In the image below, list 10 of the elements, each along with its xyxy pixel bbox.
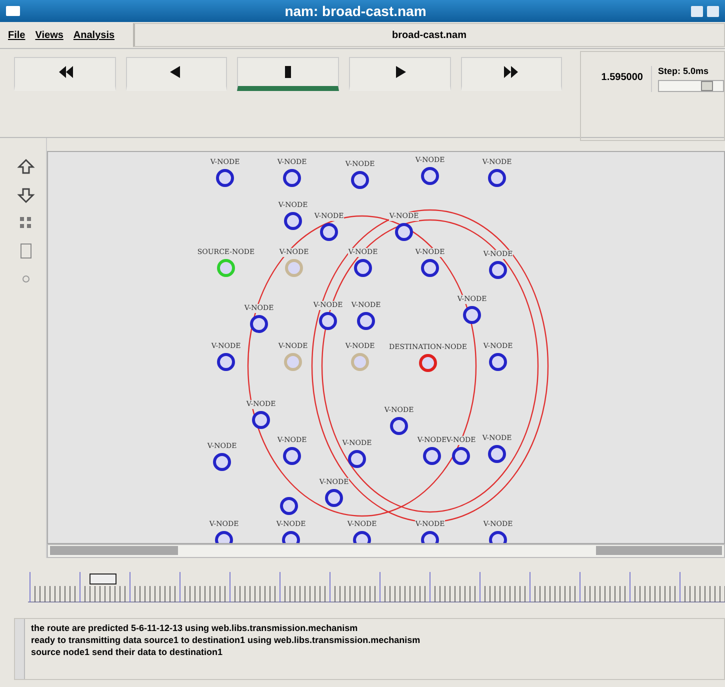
menu-item[interactable]: Analysis [73,30,115,40]
menu-item[interactable]: Views [35,30,64,40]
menu-item[interactable]: File [8,30,26,40]
window-title: nam: broad-cast.nam [284,3,428,19]
log-line: source node1 send their data to destination1 [31,647,224,657]
time-display: 1.595000 [601,72,643,83]
log-line: ready to transmitting data source1 to destination1 using web.libs.transmission.mechanism [31,635,420,645]
file-name-label: broad-cast.nam [132,23,725,47]
step-label: Step: 5.0ms [658,66,710,76]
log-line: the route are predicted 5-6-11-12-13 using web.libs.transmission.mechanism [31,623,359,633]
